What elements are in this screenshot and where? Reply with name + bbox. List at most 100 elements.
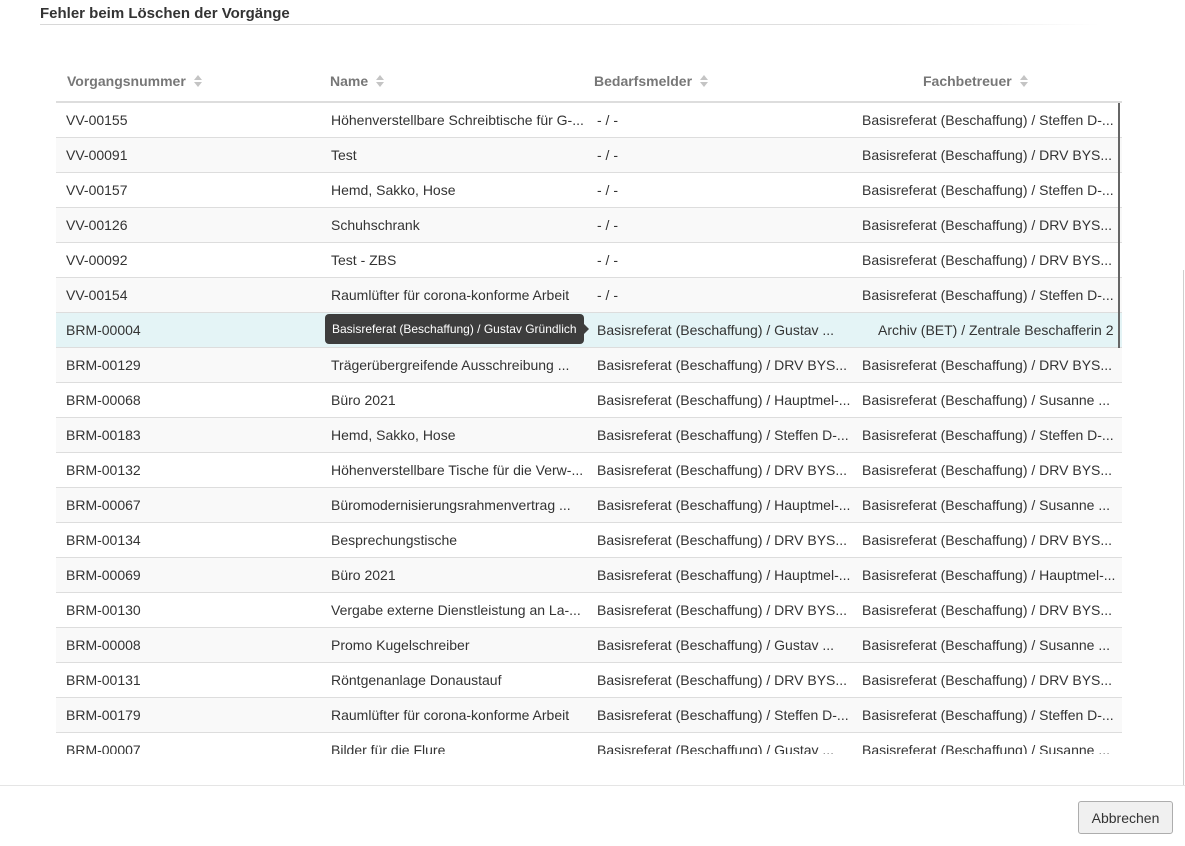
cell-name: Büro 2021 xyxy=(331,392,396,408)
cell-vorgangsnummer: VV-00157 xyxy=(66,182,128,198)
column-header-fachbetreuer[interactable]: Fachbetreuer xyxy=(923,61,1028,101)
table-row[interactable]: BRM-00004 Basisreferat (Beschaffung) / Gu… xyxy=(56,313,1122,348)
table-row[interactable]: VV-00126 Schuhschrank - / - Basisreferat (B… xyxy=(56,208,1122,243)
cell-fachbetreuer: Basisreferat (Beschaffung) / Hauptmel-..… xyxy=(862,567,1116,583)
cell-fachbetreuer: Basisreferat (Beschaffung) / DRV BYS... xyxy=(862,532,1113,548)
cancel-button[interactable]: Abbrechen xyxy=(1078,801,1173,834)
cell-name: Vergabe externe Dienstleistung an La-... xyxy=(331,602,581,618)
table-row[interactable]: VV-00155 Höhenverstellbare Schreibtische … xyxy=(56,103,1122,138)
cell-bedarfsmelder: Basisreferat (Beschaffung) / Gustav ... xyxy=(597,742,835,754)
table-row[interactable]: BRM-00067 Büromodernisierungsrahmenvertra… xyxy=(56,488,1122,523)
tooltip: Basisreferat (Beschaffung) / Gustav Grün… xyxy=(325,314,589,344)
cell-fachbetreuer: Basisreferat (Beschaffung) / Steffen D-.… xyxy=(862,112,1114,128)
cell-name: Büromodernisierungsrahmenvertrag ... xyxy=(331,497,571,513)
table-row[interactable]: BRM-00129 Trägerübergreifende Ausschreibu… xyxy=(56,348,1122,383)
cell-fachbetreuer: Basisreferat (Beschaffung) / Steffen D-.… xyxy=(862,427,1114,443)
cell-vorgangsnummer: BRM-00068 xyxy=(66,392,141,408)
cell-fachbetreuer: Basisreferat (Beschaffung) / DRV BYS... xyxy=(862,217,1113,233)
table-row[interactable]: BRM-00132 Höhenverstellbare Tische für di… xyxy=(56,453,1122,488)
cell-bedarfsmelder: Basisreferat (Beschaffung) / Steffen D-.… xyxy=(597,427,849,443)
cell-bedarfsmelder: Basisreferat (Beschaffung) / DRV BYS... xyxy=(597,602,848,618)
column-header-label: Bedarfsmelder xyxy=(594,73,693,89)
cell-fachbetreuer: Basisreferat (Beschaffung) / Steffen D-.… xyxy=(862,287,1114,303)
cell-vorgangsnummer: VV-00155 xyxy=(66,112,128,128)
column-header-label: Vorgangsnummer xyxy=(67,73,186,89)
dialog-title: Fehler beim Löschen der Vorgänge xyxy=(40,5,290,22)
table-row[interactable]: VV-00091 Test - / - Basisreferat (Beschaffu… xyxy=(56,138,1122,173)
cell-bedarfsmelder: Basisreferat (Beschaffung) / DRV BYS... xyxy=(597,532,848,548)
cell-bedarfsmelder: Basisreferat (Beschaffung) / DRV BYS... xyxy=(597,672,848,688)
cell-name: Raumlüfter für corona-konforme Arbeit xyxy=(331,287,570,303)
sort-icon xyxy=(376,75,385,87)
column-header-name[interactable]: Name xyxy=(330,61,385,101)
cell-bedarfsmelder: - / - xyxy=(597,252,618,268)
cell-vorgangsnummer: BRM-00134 xyxy=(66,532,141,548)
cell-fachbetreuer: Basisreferat (Beschaffung) / DRV BYS... xyxy=(862,147,1113,163)
table-row[interactable]: BRM-00179 Raumlüfter für corona-konforme … xyxy=(56,698,1122,733)
cell-fachbetreuer: Basisreferat (Beschaffung) / DRV BYS... xyxy=(862,672,1113,688)
cell-vorgangsnummer: BRM-00183 xyxy=(66,427,141,443)
cell-vorgangsnummer: VV-00092 xyxy=(66,252,128,268)
table-row[interactable]: BRM-00131 Röntgenanlage Donaustauf Basisre… xyxy=(56,663,1122,698)
cell-name: Büro 2021 xyxy=(331,567,396,583)
table-row[interactable]: VV-00154 Raumlüfter für corona-konforme A… xyxy=(56,278,1122,313)
cell-name: Schuhschrank xyxy=(331,217,420,233)
table-row[interactable]: BRM-00008 Promo Kugelschreiber Basisrefera… xyxy=(56,628,1122,663)
column-header-vorgangsnummer[interactable]: Vorgangsnummer xyxy=(67,61,202,101)
cell-bedarfsmelder: - / - xyxy=(597,147,618,163)
cell-vorgangsnummer: BRM-00131 xyxy=(66,672,141,688)
column-header-label: Fachbetreuer xyxy=(923,73,1012,89)
cell-fachbetreuer: Archiv (BET) / Zentrale Beschafferin 2 xyxy=(878,322,1114,338)
cell-name: Höhenverstellbare Tische für die Verw-..… xyxy=(331,462,584,478)
cell-bedarfsmelder: Basisreferat (Beschaffung) / Hauptmel-..… xyxy=(597,567,851,583)
cell-vorgangsnummer: BRM-00067 xyxy=(66,497,141,513)
cell-name: Test xyxy=(331,147,357,163)
cell-fachbetreuer: Basisreferat (Beschaffung) / DRV BYS... xyxy=(862,252,1113,268)
cell-name: Hemd, Sakko, Hose xyxy=(331,182,456,198)
cell-fachbetreuer: Basisreferat (Beschaffung) / Susanne ... xyxy=(862,392,1110,408)
table-row[interactable]: BRM-00183 Hemd, Sakko, Hose Basisreferat (… xyxy=(56,418,1122,453)
column-header-label: Name xyxy=(330,73,369,89)
error-table: Vorgangsnummer Name Bedarfsmelder Fachbe… xyxy=(56,61,1122,754)
table-row[interactable]: VV-00157 Hemd, Sakko, Hose - / - Basisrefer… xyxy=(56,173,1122,208)
cell-bedarfsmelder: Basisreferat (Beschaffung) / Hauptmel-..… xyxy=(597,497,851,513)
cell-name: Besprechungstische xyxy=(331,532,458,548)
table-row[interactable]: BRM-00069 Büro 2021 Basisreferat (Beschaff… xyxy=(56,558,1122,593)
column-resize-handle[interactable] xyxy=(1118,103,1120,348)
cell-bedarfsmelder: Basisreferat (Beschaffung) / Hauptmel-..… xyxy=(597,392,851,408)
cell-bedarfsmelder: Basisreferat (Beschaffung) / Gustav ... xyxy=(597,322,835,338)
cell-name: Hemd, Sakko, Hose xyxy=(331,427,456,443)
table-row[interactable]: BRM-00130 Vergabe externe Dienstleistung … xyxy=(56,593,1122,628)
cell-bedarfsmelder: - / - xyxy=(597,182,618,198)
cell-bedarfsmelder: - / - xyxy=(597,112,618,128)
cell-vorgangsnummer: BRM-00069 xyxy=(66,567,141,583)
cell-name: Test - ZBS xyxy=(331,252,397,268)
cell-vorgangsnummer: BRM-00130 xyxy=(66,602,141,618)
table-row[interactable]: BRM-00134 Besprechungstische Basisreferat … xyxy=(56,523,1122,558)
table-row[interactable]: BRM-00068 Büro 2021 Basisreferat (Beschaff… xyxy=(56,383,1122,418)
table-row[interactable]: VV-00092 Test - ZBS - / - Basisreferat (Bes… xyxy=(56,243,1122,278)
table-header: Vorgangsnummer Name Bedarfsmelder Fachbe… xyxy=(56,61,1122,103)
column-header-bedarfsmelder[interactable]: Bedarfsmelder xyxy=(594,61,709,101)
cell-vorgangsnummer: BRM-00179 xyxy=(66,707,141,723)
cell-vorgangsnummer: BRM-00007 xyxy=(66,742,141,754)
cell-bedarfsmelder: Basisreferat (Beschaffung) / Steffen D-.… xyxy=(597,707,849,723)
cell-vorgangsnummer: VV-00091 xyxy=(66,147,128,163)
cell-name: Bilder für die Flure xyxy=(331,742,446,754)
cell-fachbetreuer: Basisreferat (Beschaffung) / Susanne ... xyxy=(862,742,1110,754)
cell-fachbetreuer: Basisreferat (Beschaffung) / DRV BYS... xyxy=(862,462,1113,478)
cell-bedarfsmelder: Basisreferat (Beschaffung) / DRV BYS... xyxy=(597,462,848,478)
cell-bedarfsmelder: Basisreferat (Beschaffung) / Gustav ... xyxy=(597,637,835,653)
cell-vorgangsnummer: BRM-00008 xyxy=(66,637,141,653)
scrollbar-track[interactable] xyxy=(1183,270,1184,785)
cell-fachbetreuer: Basisreferat (Beschaffung) / Susanne ... xyxy=(862,637,1110,653)
sort-icon xyxy=(700,75,709,87)
cell-vorgangsnummer: BRM-00132 xyxy=(66,462,141,478)
cell-name: Höhenverstellbare Schreibtische für G-..… xyxy=(331,112,584,128)
cell-name: Raumlüfter für corona-konforme Arbeit xyxy=(331,707,570,723)
cell-fachbetreuer: Basisreferat (Beschaffung) / DRV BYS... xyxy=(862,357,1113,373)
table-row[interactable]: BRM-00007 Bilder für die Flure Basisrefera… xyxy=(56,733,1122,754)
cell-vorgangsnummer: VV-00154 xyxy=(66,287,128,303)
cell-bedarfsmelder: - / - xyxy=(597,217,618,233)
cell-vorgangsnummer: BRM-00004 xyxy=(66,322,141,338)
